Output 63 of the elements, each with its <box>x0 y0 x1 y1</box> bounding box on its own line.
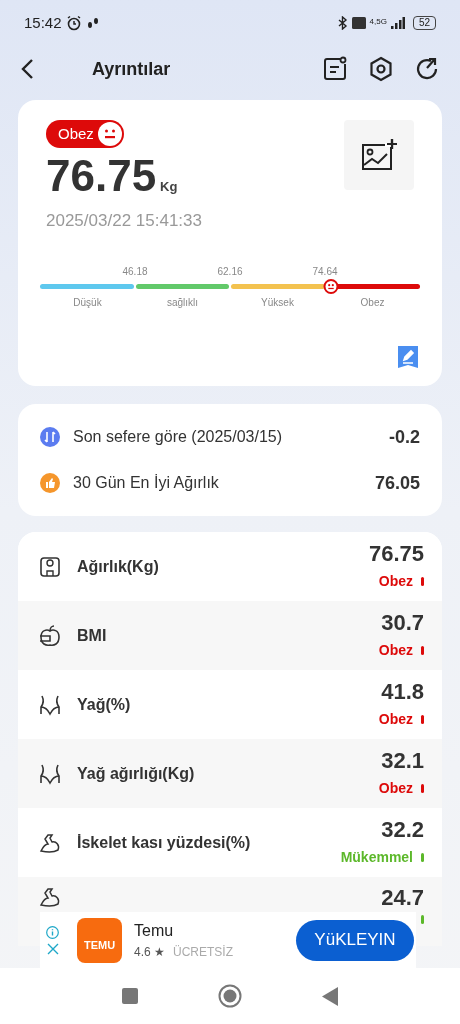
torso-icon <box>38 693 62 716</box>
signal-icon <box>390 17 405 29</box>
back-nav-button[interactable] <box>322 986 338 1006</box>
metric-label: Yağ ağırlığı(Kg) <box>77 763 195 784</box>
arm-muscle-icon <box>38 885 62 909</box>
metric-value: 24.7 <box>381 885 424 911</box>
weight-value: 76.75 <box>46 152 157 200</box>
apple-icon <box>38 623 62 648</box>
scale-icon <box>39 555 61 578</box>
metric-label: İskelet kası yüzdesi(%) <box>77 832 251 853</box>
comparison-label: 30 Gün En İyi Ağırlık <box>73 473 219 493</box>
page-title: Ayrıntılar <box>92 57 171 81</box>
range-label: Obez <box>360 295 385 310</box>
metric-value: 41.8 <box>381 679 424 705</box>
alarm-icon <box>65 15 82 31</box>
neutral-face-icon <box>97 122 122 146</box>
metric-status: Obez <box>378 779 413 798</box>
share-icon[interactable] <box>414 56 440 82</box>
info-icon[interactable] <box>46 925 59 939</box>
metric-row[interactable]: Yağ ağırlığı(Kg) 32.1 Obez <box>18 739 442 808</box>
compare-icon <box>40 427 60 447</box>
app-name: Temu <box>134 921 175 941</box>
metric-status: Obez <box>378 572 413 591</box>
notes-icon[interactable] <box>322 56 348 82</box>
bluetooth-icon <box>337 16 348 30</box>
close-icon[interactable] <box>46 942 59 955</box>
battery-indicator: 52 <box>412 16 436 30</box>
torso-icon <box>38 762 62 785</box>
app-price: ÜCRETSİZ <box>173 944 233 961</box>
install-button[interactable]: YüKLEYIN <box>296 919 414 961</box>
metric-value: 76.75 <box>368 541 424 567</box>
status-badge: Obez <box>46 120 124 148</box>
metric-label: Ağırlık(Kg) <box>77 556 159 577</box>
network-label: 4,5G <box>369 18 387 26</box>
metric-value: 32.1 <box>381 748 424 774</box>
range-label: Düşük <box>73 295 102 310</box>
metric-status: Obez <box>378 710 413 729</box>
comparison-label: Son sefere göre (2025/03/15) <box>73 427 283 447</box>
metric-value: 30.7 <box>381 610 424 636</box>
threshold-label: 62.16 <box>217 264 243 279</box>
unit-label: Kg <box>160 177 178 196</box>
settings-icon[interactable] <box>368 56 394 82</box>
status-time: 15:42 <box>24 12 62 33</box>
app-rating: 4.6 ★ <box>134 944 165 961</box>
comparison-value: 76.05 <box>374 471 420 495</box>
metric-label: BMI <box>77 625 107 646</box>
metric-row[interactable]: BMI 30.7 Obez <box>18 601 442 670</box>
range-label: sağlıklı <box>166 295 199 310</box>
range-label: Yüksek <box>261 295 294 310</box>
metric-value: 32.2 <box>381 817 424 843</box>
home-button[interactable] <box>218 984 242 1008</box>
footsteps-icon <box>85 16 100 30</box>
add-image-icon <box>361 139 397 171</box>
threshold-label: 74.64 <box>312 264 338 279</box>
edit-button[interactable] <box>398 346 418 368</box>
threshold-label: 46.18 <box>122 264 148 279</box>
add-photo-button[interactable] <box>344 120 414 190</box>
metric-status: Mükemmel <box>340 848 413 867</box>
thumbs-up-icon <box>40 473 60 493</box>
metric-status: Obez <box>378 641 413 660</box>
metric-label: Yağ(%) <box>77 694 131 715</box>
comparison-value: -0.2 <box>388 425 420 449</box>
timestamp: 2025/03/22 15:41:33 <box>46 210 203 232</box>
